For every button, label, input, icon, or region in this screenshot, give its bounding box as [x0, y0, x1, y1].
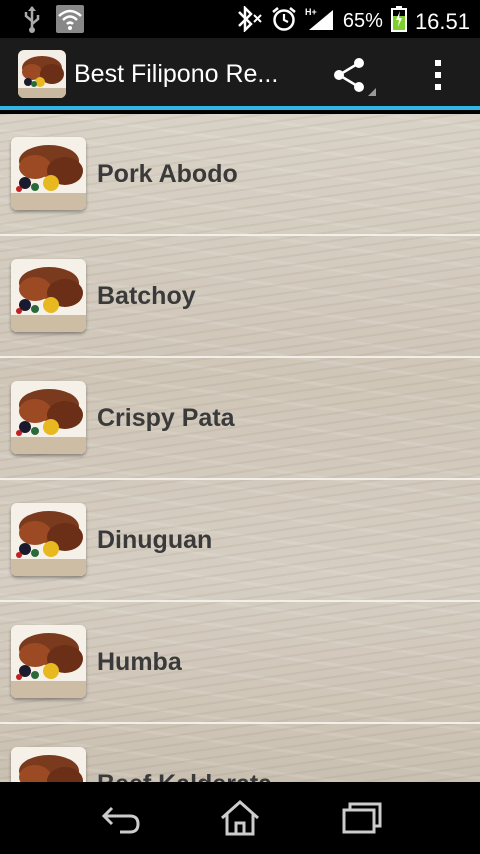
- status-bar: H+ 65% 16.51: [0, 0, 480, 38]
- bluetooth-icon: [233, 4, 263, 37]
- clock: 16.51: [414, 8, 470, 34]
- recipe-title: Beef Kalderata: [97, 770, 272, 782]
- home-button[interactable]: [210, 796, 270, 840]
- recipe-title: Dinuguan: [97, 526, 213, 554]
- list-item[interactable]: Beef Kalderata: [0, 724, 480, 782]
- overflow-menu-icon: [435, 60, 441, 90]
- recipe-thumbnail: [11, 625, 86, 698]
- list-item[interactable]: Dinuguan: [0, 480, 480, 602]
- recipe-thumbnail: [11, 381, 86, 454]
- usb-icon: [22, 5, 42, 38]
- recipe-thumbnail: [11, 137, 86, 210]
- battery-percent: 65%: [342, 10, 383, 32]
- signal-icon: H+: [305, 6, 335, 37]
- back-icon: [101, 806, 140, 834]
- share-icon: [334, 58, 376, 96]
- battery-icon: [390, 6, 407, 37]
- recipe-thumbnail: [11, 747, 86, 782]
- navigation-bar: [0, 782, 480, 854]
- back-button[interactable]: [90, 796, 150, 840]
- wifi-icon: [56, 5, 84, 38]
- list-item[interactable]: Batchoy: [0, 236, 480, 358]
- recipe-title: Crispy Pata: [97, 404, 235, 432]
- share-button[interactable]: [330, 54, 378, 98]
- list-item[interactable]: Crispy Pata: [0, 358, 480, 480]
- recipe-thumbnail: [11, 259, 86, 332]
- overflow-menu-button[interactable]: [422, 54, 454, 98]
- recipe-title: Batchoy: [97, 282, 196, 310]
- list-item[interactable]: Humba: [0, 602, 480, 724]
- recipe-thumbnail: [11, 503, 86, 576]
- app-icon[interactable]: [18, 50, 66, 98]
- recents-icon: [342, 802, 382, 834]
- alarm-icon: [271, 6, 297, 37]
- app-title: Best Filipono Re...: [74, 60, 279, 88]
- recipe-list[interactable]: Pork Abodo Batchoy Crispy Pata Dinuguan …: [0, 114, 480, 782]
- svg-text:H+: H+: [305, 7, 317, 17]
- home-icon: [221, 799, 259, 836]
- recipe-title: Pork Abodo: [97, 160, 238, 188]
- list-item[interactable]: Pork Abodo: [0, 114, 480, 236]
- action-bar: Best Filipono Re...: [0, 38, 480, 110]
- recents-button[interactable]: [330, 796, 390, 840]
- recipe-title: Humba: [97, 648, 182, 676]
